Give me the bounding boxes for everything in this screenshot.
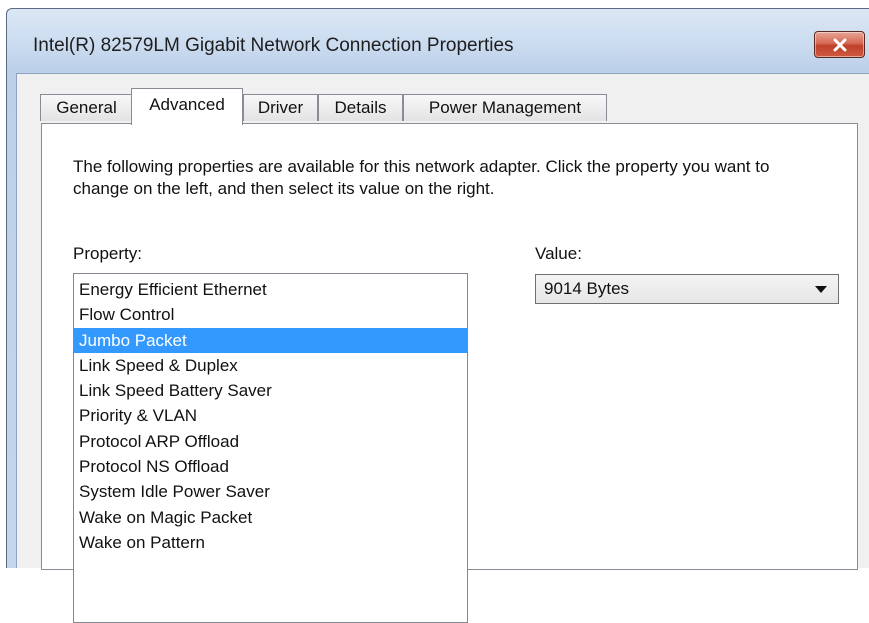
property-list-item[interactable]: System Idle Power Saver (74, 479, 467, 504)
close-button[interactable] (814, 31, 865, 58)
tab-power-management[interactable]: Power Management (403, 94, 607, 121)
close-icon (833, 38, 846, 51)
property-list-item[interactable]: Wake on Magic Packet (74, 505, 467, 530)
dialog-client-area: General Advanced Driver Details Power Ma… (16, 73, 869, 623)
property-list-item[interactable]: Priority & VLAN (74, 403, 467, 428)
window-title: Intel(R) 82579LM Gigabit Network Connect… (33, 35, 514, 56)
properties-dialog: Intel(R) 82579LM Gigabit Network Connect… (6, 8, 869, 623)
property-list-item[interactable]: Flow Control (74, 302, 467, 327)
title-bar[interactable]: Intel(R) 82579LM Gigabit Network Connect… (7, 9, 869, 81)
property-list-item[interactable]: Link Speed Battery Saver (74, 378, 467, 403)
property-list-item[interactable]: Jumbo Packet (74, 327, 467, 353)
advanced-tab-page: The following properties are available f… (41, 123, 858, 623)
tab-general[interactable]: General (40, 94, 133, 121)
property-list-item[interactable]: Energy Efficient Ethernet (74, 277, 467, 302)
value-dropdown-selected: 9014 Bytes (544, 279, 630, 298)
value-label: Value: (535, 244, 582, 263)
chevron-down-icon[interactable] (815, 286, 827, 293)
property-listbox[interactable]: Energy Efficient Ethernet Flow Control Jum… (73, 273, 468, 623)
property-list-item[interactable]: Protocol ARP Offload (74, 429, 467, 454)
property-list-item[interactable]: Wake on Pattern (74, 530, 467, 555)
property-label: Property: (73, 244, 142, 263)
tab-driver[interactable]: Driver (243, 94, 318, 121)
description-text: The following properties are available f… (73, 157, 770, 198)
tab-advanced[interactable]: Advanced (131, 88, 243, 125)
tab-details[interactable]: Details (318, 94, 403, 121)
value-dropdown[interactable]: 9014 Bytes (535, 274, 839, 304)
property-list-item[interactable]: Link Speed & Duplex (74, 353, 467, 378)
property-list-item[interactable]: Protocol NS Offload (74, 454, 467, 479)
